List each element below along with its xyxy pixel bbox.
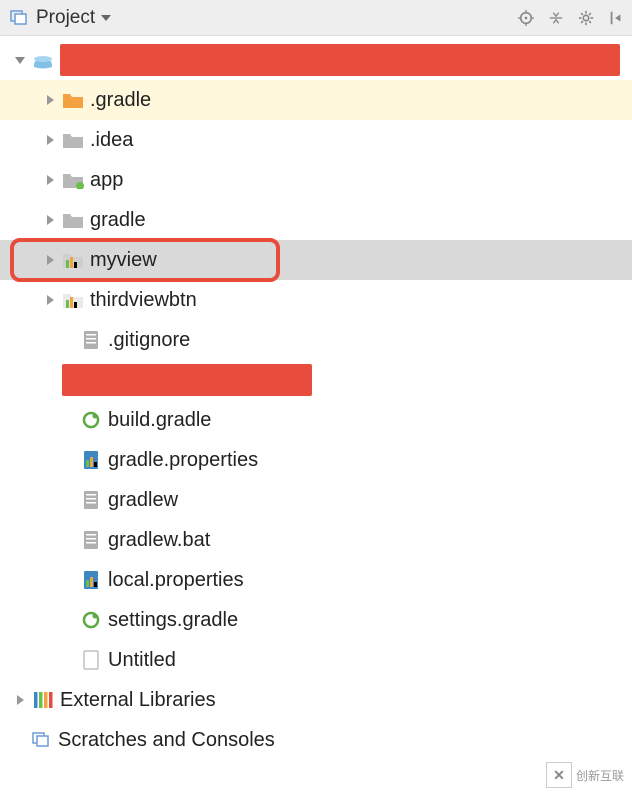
scratches-icon [30,729,52,751]
tree-item-untitled[interactable]: Untitled [0,640,632,680]
text-file-icon [80,529,102,551]
text-file-icon [80,489,102,511]
expand-arrow-icon[interactable] [44,214,56,226]
redacted-project-name [60,44,620,76]
tree-item-label: External Libraries [60,689,216,712]
tree-item-label: myview [90,249,157,272]
redacted-item [62,364,312,396]
folder-icon [62,89,84,111]
tree-item-label: gradlew.bat [108,529,210,552]
tree-item-label: gradlew [108,489,178,512]
tree-item-redacted[interactable] [0,360,632,400]
gradle-file-icon [80,409,102,431]
watermark-text: 创新互联 [576,767,624,784]
tree-item-gradlew[interactable]: gradlew [0,480,632,520]
module-folder-icon [62,169,84,191]
tree-item-gitignore[interactable]: .gitignore [0,320,632,360]
watermark: ✕ 创新互联 [546,762,624,788]
project-root-icon [32,49,54,71]
tree-item-settings-gradle[interactable]: settings.gradle [0,600,632,640]
tree-item-label: settings.gradle [108,609,238,632]
expand-arrow-icon[interactable] [44,254,56,266]
tree-item-label: gradle [90,209,146,232]
tree-item-gradlew-bat[interactable]: gradlew.bat [0,520,632,560]
folder-icon [62,129,84,151]
dropdown-icon[interactable] [101,15,111,21]
expand-arrow-icon[interactable] [44,94,56,106]
tree-item-label: Untitled [108,649,176,672]
expand-arrow-icon[interactable] [14,694,26,706]
tree-item-myview-module[interactable]: myview [0,240,632,280]
tree-item-label: thirdviewbtn [90,289,197,312]
hide-icon[interactable] [608,10,624,26]
tree-item-local-properties[interactable]: local.properties [0,560,632,600]
library-module-icon [62,289,84,311]
tree-root-project[interactable] [0,40,632,80]
tree-item-gradle-properties[interactable]: gradle.properties [0,440,632,480]
external-libraries-icon [32,689,54,711]
tree-item-external-libraries[interactable]: External Libraries [0,680,632,720]
tree-item-idea-folder[interactable]: .idea [0,120,632,160]
gradle-file-icon [80,609,102,631]
library-module-icon [62,249,84,271]
text-file-icon [80,329,102,351]
collapse-icon[interactable] [548,10,564,26]
expand-arrow-icon[interactable] [44,294,56,306]
target-icon[interactable] [518,10,534,26]
tree-item-thirdviewbtn-module[interactable]: thirdviewbtn [0,280,632,320]
tree-item-label: gradle.properties [108,449,258,472]
view-selector-label[interactable]: Project [36,7,95,29]
properties-file-icon [80,569,102,591]
project-panel-icon [8,7,30,29]
tree-item-label: .idea [90,129,133,152]
tree-item-app-module[interactable]: app [0,160,632,200]
gear-icon[interactable] [578,10,594,26]
tree-item-label: app [90,169,123,192]
expand-arrow-icon[interactable] [44,134,56,146]
folder-icon [62,209,84,231]
properties-file-icon [80,449,102,471]
tree-item-label: Scratches and Consoles [58,729,275,752]
tree-item-label: build.gradle [108,409,211,432]
watermark-logo-icon: ✕ [546,762,572,788]
tree-item-label: .gitignore [108,329,190,352]
blank-file-icon [80,649,102,671]
tree-item-label: local.properties [108,569,244,592]
expand-arrow-icon[interactable] [44,174,56,186]
project-toolbar: Project [0,0,632,36]
tree-item-gradle-module[interactable]: gradle [0,200,632,240]
expand-arrow-icon[interactable] [14,54,26,66]
tree-item-label: .gradle [90,89,151,112]
project-tree: .gradle .idea app gradle myview [0,36,632,760]
tree-item-scratches[interactable]: Scratches and Consoles [0,720,632,760]
tree-item-build-gradle[interactable]: build.gradle [0,400,632,440]
tree-item-gradle-folder[interactable]: .gradle [0,80,632,120]
